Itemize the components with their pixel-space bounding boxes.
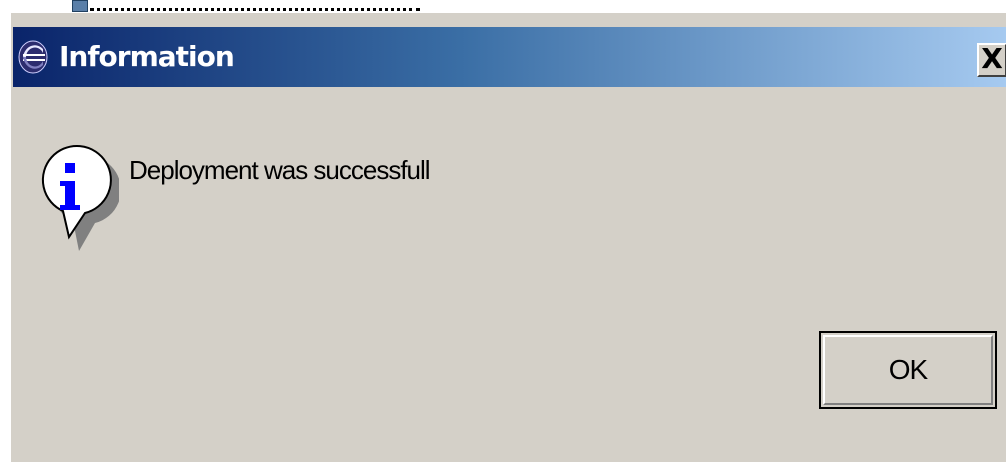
dialog-title: Information — [59, 40, 235, 73]
background-window-strip — [0, 0, 1006, 12]
information-dialog: Information X Deployment was successfull… — [10, 12, 1006, 462]
dialog-titlebar[interactable]: Information X — [13, 27, 1006, 87]
eclipse-icon[interactable] — [17, 39, 49, 75]
info-icon — [33, 137, 121, 257]
close-button[interactable]: X — [977, 43, 1006, 77]
ok-button-label: OK — [888, 354, 928, 385]
dialog-message: Deployment was successfull — [129, 155, 431, 185]
ok-button[interactable]: OK — [819, 331, 997, 409]
background-app-icon — [72, 0, 88, 12]
close-icon: X — [981, 42, 1003, 75]
background-text-fragment — [90, 0, 420, 11]
